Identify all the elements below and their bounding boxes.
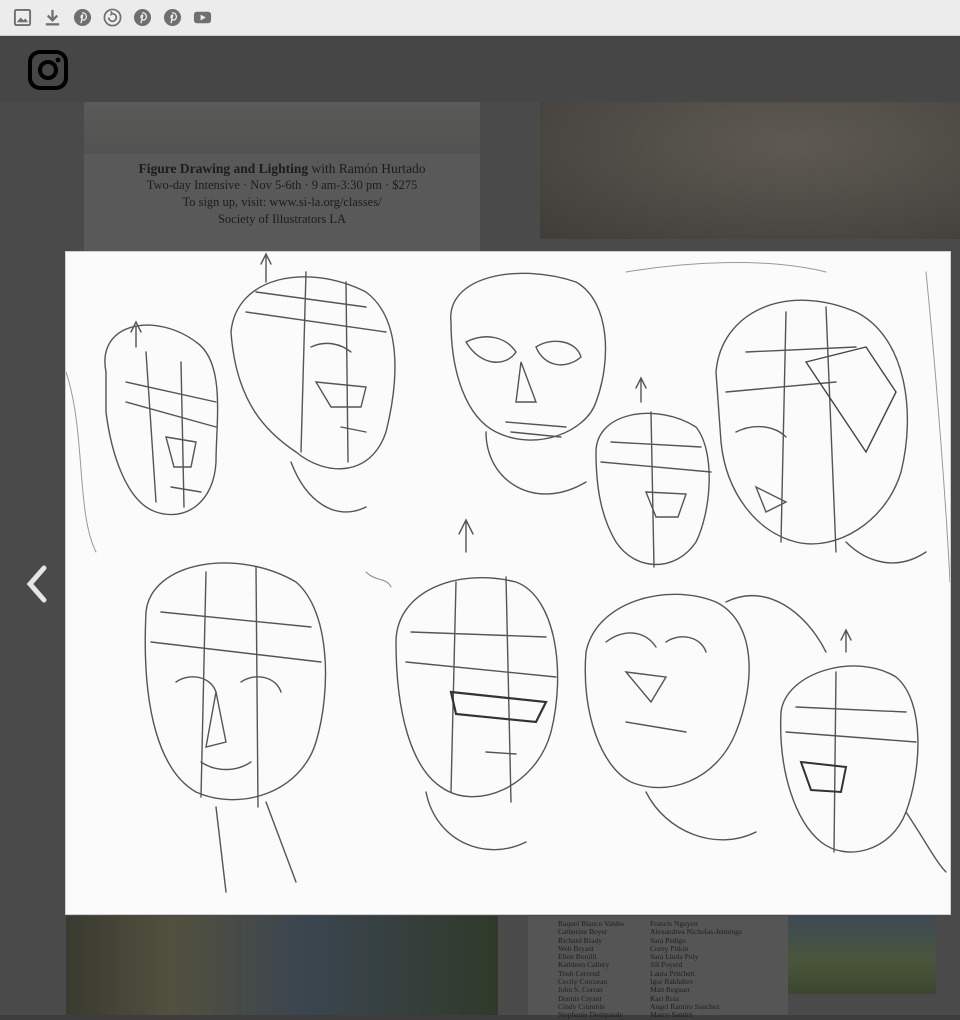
name-list-item: Marco Santini [650,1010,693,1020]
sketch-head-3 [595,376,712,568]
names-column-2: Francis Nguyen Alexandrea Nicholas-Jennin… [650,919,742,1020]
names-column-1: Raquel Blanco Valdes Catherine Boyer Richa… [558,919,624,1020]
youtube-icon[interactable] [192,7,213,28]
sketch-head-5 [144,562,327,893]
name-list-item: Stephanie Deshpande [558,1010,623,1020]
sketch-skull [450,272,607,495]
sketch-head-2 [230,252,396,513]
instagram-header [0,36,960,102]
sketch-head-6 [395,518,559,851]
chevron-left-icon[interactable] [20,562,54,606]
background-sketch-image [84,102,480,154]
pinterest-icon[interactable] [132,7,153,28]
background-landscape-image [788,916,936,994]
event-signup: To sign up, visit: www.si-la.org/classes… [182,195,382,209]
background-names-list: Raquel Blanco Valdes Catherine Boyer Richa… [528,916,788,1019]
image-icon[interactable] [12,7,33,28]
lightbox-image[interactable] [66,252,950,914]
sketch-head-7 [584,593,827,841]
sketch-head-1 [104,320,219,516]
event-details: Two-day Intensive · Nov 5-6th · 9 am-3:3… [146,178,418,192]
refresh-circle-icon[interactable] [102,7,123,28]
background-temple-image [66,916,498,1015]
instagram-icon[interactable] [28,50,68,90]
event-org: Society of Illustrators LA [217,212,347,226]
head-studies-sketch [66,252,950,893]
pinterest-icon[interactable] [72,7,93,28]
event-title: Figure Drawing and Lighting [138,161,309,176]
sketch-head-4 [715,299,927,564]
event-title-rest: with Ramón Hurtado [308,161,426,176]
event-caption: Figure Drawing and Lighting with Ramón H… [84,160,480,228]
download-icon[interactable] [42,7,63,28]
sketch-head-8 [779,628,947,873]
pinterest-icon[interactable] [162,7,183,28]
background-figure-image [540,102,960,239]
toolbar [0,0,960,36]
